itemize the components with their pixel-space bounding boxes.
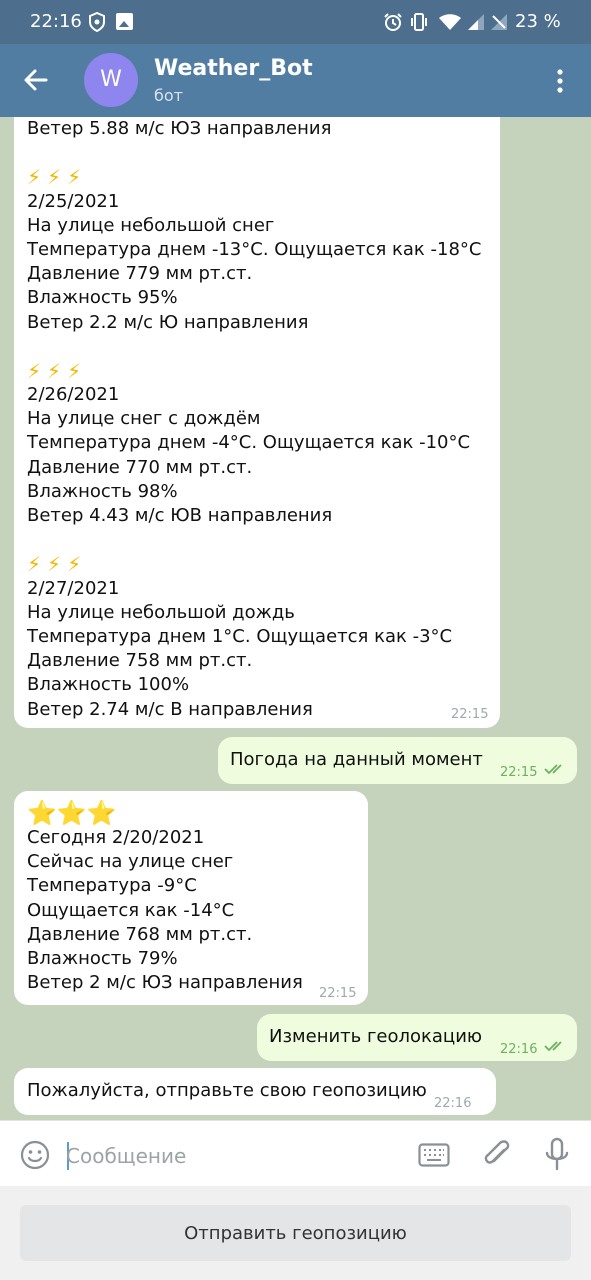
forecast-wind: Ветер 2.2 м/с Ю направления	[27, 311, 309, 333]
message-time: 22:16	[434, 1096, 472, 1111]
forecast-top-wind: Ветер 5.88 м/с ЮЗ направления	[27, 118, 332, 139]
wifi-icon	[439, 14, 461, 30]
alarm-icon	[384, 13, 402, 31]
status-time: 22:16	[30, 11, 82, 32]
emoji-icon[interactable]	[20, 1140, 50, 1170]
outgoing-message[interactable]: Изменить геолокацию 22:16	[257, 1014, 577, 1061]
microphone-icon[interactable]	[544, 1137, 570, 1173]
paperclip-icon[interactable]	[482, 1138, 512, 1172]
forecast-pressure: Давление 779 мм рт.ст.	[27, 263, 253, 285]
message-input-bar	[0, 1120, 591, 1186]
forecast-date: 2/27/2021	[27, 577, 120, 599]
keyboard-icon[interactable]	[418, 1143, 450, 1167]
send-location-button[interactable]: Отправить геопозицию	[20, 1205, 571, 1261]
shield-icon	[89, 12, 105, 32]
message-time: 22:15	[319, 986, 357, 1001]
message-time: 22:16	[500, 1042, 538, 1057]
signal-icon	[468, 14, 484, 30]
back-arrow-icon[interactable]	[22, 66, 50, 94]
forecast-date: 2/26/2021	[27, 384, 120, 406]
forecast-condition: На улице небольшой дождь	[27, 601, 295, 623]
forecast-day: ⚡⚡⚡ 2/26/2021 На улице снег с дождём Тем…	[27, 359, 500, 528]
chat-header: W Weather_Bot бот	[0, 44, 591, 117]
battery-level: 23 %	[515, 11, 561, 32]
status-bar: 22:16 23 %	[0, 0, 591, 44]
current-wind: Ветер 2 м/с ЮЗ направления	[27, 972, 303, 994]
forecast-message[interactable]: Ветер 5.88 м/с ЮЗ направления ⚡⚡⚡ 2/25/2…	[14, 117, 500, 728]
incoming-message[interactable]: Пожалуйста, отправьте свою геопозицию 22…	[14, 1068, 496, 1115]
more-vertical-icon[interactable]	[550, 68, 570, 94]
incoming-message-text: Пожалуйста, отправьте свою геопозицию	[27, 1080, 427, 1101]
forecast-wind: Ветер 4.43 м/с ЮВ направления	[27, 505, 333, 526]
lightning-emoji: ⚡⚡⚡	[27, 358, 88, 383]
outgoing-message[interactable]: Погода на данный момент 22:15	[218, 737, 577, 784]
forecast-condition: На улице снег с дождём	[27, 408, 261, 430]
avatar[interactable]: W	[84, 53, 138, 107]
double-check-icon	[544, 764, 562, 775]
forecast-temperature: Температура днем 1°C. Ощущается как -3°C	[27, 625, 453, 647]
lightning-emoji: ⚡⚡⚡	[27, 552, 88, 577]
forecast-condition: На улице небольшой снег	[27, 214, 275, 236]
forecast-temperature: Температура днем -13°C. Ощущается как -1…	[27, 238, 482, 260]
star-emoji: ⭐⭐⭐	[27, 799, 117, 827]
message-input[interactable]	[66, 1141, 396, 1171]
forecast-day: ⚡⚡⚡ 2/25/2021 На улице небольшой снег Те…	[27, 165, 500, 334]
current-date: Сегодня 2/20/2021	[27, 827, 205, 848]
forecast-temperature: Температура днем -4°C. Ощущается как -10…	[27, 432, 471, 454]
no-signal-icon	[491, 14, 507, 30]
current-temperature: Температура -9°C	[27, 875, 197, 897]
current-condition: Сейчас на улице снег	[27, 851, 234, 873]
message-time: 22:15	[500, 765, 538, 780]
forecast-pressure: Давление 770 мм рт.ст.	[27, 456, 253, 478]
forecast-humidity: Влажность 95%	[27, 287, 178, 309]
current-weather-message[interactable]: ⭐⭐⭐ Сегодня 2/20/2021 Сейчас на улице сн…	[14, 791, 368, 1005]
current-humidity: Влажность 79%	[27, 947, 178, 969]
forecast-pressure: Давление 758 мм рт.ст.	[27, 650, 253, 672]
chat-title[interactable]: Weather_Bot	[154, 56, 313, 81]
lightning-emoji: ⚡⚡⚡	[27, 165, 88, 190]
message-time: 22:15	[451, 707, 489, 722]
forecast-humidity: Влажность 100%	[27, 674, 190, 696]
image-icon	[116, 13, 133, 30]
chat-subtitle: бот	[154, 86, 183, 105]
chat-area[interactable]: Ветер 5.88 м/с ЮЗ направления ⚡⚡⚡ 2/25/2…	[0, 117, 591, 1120]
current-pressure: Давление 768 мм рт.ст.	[27, 923, 253, 945]
forecast-humidity: Влажность 98%	[27, 480, 178, 502]
vibrate-icon	[411, 13, 427, 31]
forecast-wind: Ветер 2.74 м/с В направления	[27, 698, 313, 720]
current-feels-like: Ощущается как -14°C	[27, 899, 235, 921]
bot-keyboard: Отправить геопозицию	[0, 1186, 591, 1280]
forecast-day: ⚡⚡⚡ 2/27/2021 На улице небольшой дождь Т…	[27, 552, 500, 721]
double-check-icon	[544, 1041, 562, 1052]
forecast-date: 2/25/2021	[27, 190, 120, 212]
